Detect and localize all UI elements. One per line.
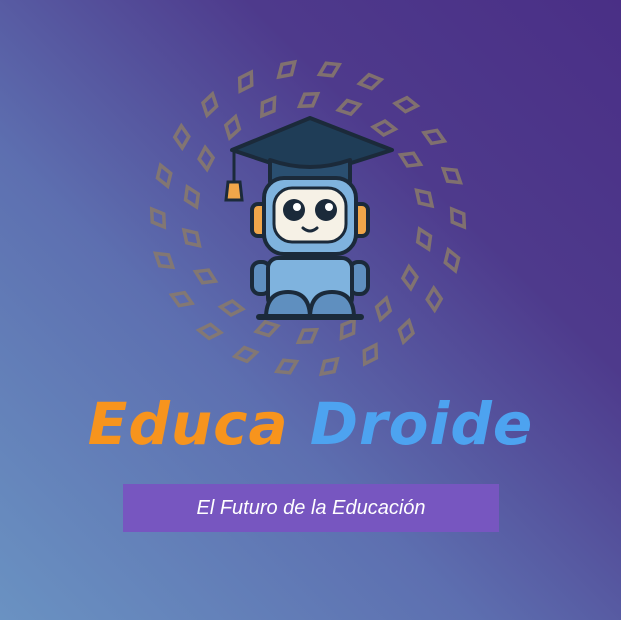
diamond-shape — [183, 183, 201, 210]
diamond-shape — [237, 69, 254, 94]
diamond-shape — [443, 246, 461, 274]
diamond-shape — [425, 284, 444, 314]
diamond-shape — [362, 342, 379, 367]
diamond-shape — [392, 95, 421, 114]
tagline-banner: El Futuro de la Educación — [123, 484, 499, 532]
brand-name-part1: Educa — [87, 390, 289, 458]
diamond-shape — [421, 128, 448, 146]
robot-graduate-icon — [224, 116, 394, 320]
diamond-shape — [449, 206, 467, 230]
diamond-shape — [400, 263, 419, 292]
diamond-shape — [295, 327, 320, 345]
diamond-shape — [152, 251, 176, 270]
diamond-shape — [316, 61, 343, 78]
diamond-shape — [168, 290, 195, 308]
diamond-shape — [172, 122, 191, 152]
brand-name-part2: Droide — [309, 390, 534, 458]
diamond-shape — [195, 322, 224, 341]
diamond-shape — [273, 358, 300, 375]
brand-name: Educa Droide — [0, 395, 621, 453]
diamond-shape — [155, 162, 173, 190]
diamond-shape — [415, 226, 433, 253]
diamond-shape — [296, 91, 321, 109]
diamond-shape — [253, 319, 281, 338]
diamond-shape — [181, 227, 202, 249]
diamond-shape — [231, 345, 260, 364]
diamond-shape — [397, 317, 416, 346]
diamond-shape — [276, 59, 298, 80]
diamond-shape — [356, 72, 385, 91]
diamond-shape — [149, 206, 167, 230]
tagline: El Futuro de la Educación — [196, 496, 426, 519]
diamond-shape — [440, 166, 464, 185]
diamond-shape — [414, 187, 435, 209]
diamond-shape — [318, 356, 340, 377]
